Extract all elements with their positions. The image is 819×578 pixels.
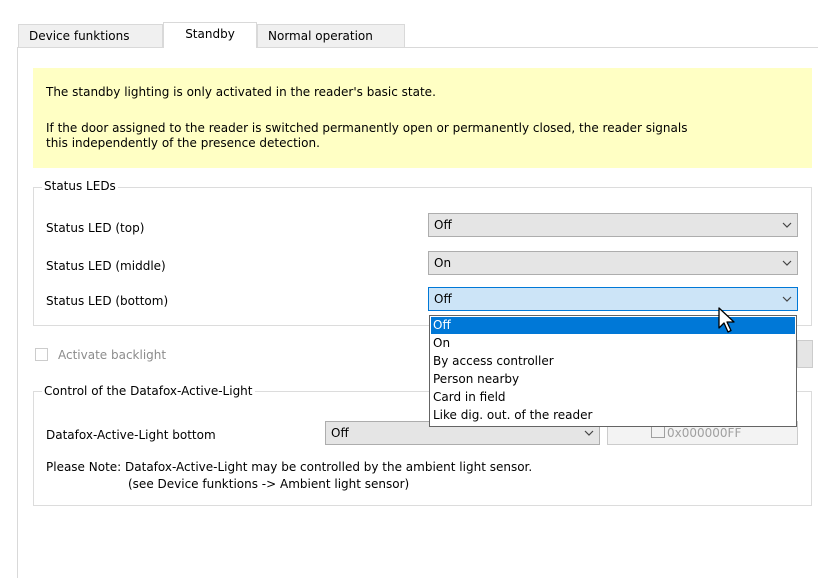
chevron-down-icon [584,430,594,436]
backlight-label: Activate backlight [58,348,167,362]
active-light-label: Datafox-Active-Light bottom [46,428,216,442]
status-led-top-value: Off [434,218,452,232]
tab-standby[interactable]: Standby [163,22,257,48]
active-light-note-1: Please Note: Datafox-Active-Light may be… [46,460,533,474]
status-led-bottom-dropdown[interactable]: Off On By access controller Person nearb… [429,315,797,427]
status-led-top-select[interactable]: Off [428,213,798,237]
dropdown-option-off[interactable]: Off [431,317,795,334]
status-led-middle-select[interactable]: On [428,251,798,275]
status-led-bottom-label: Status LED (bottom) [46,294,169,308]
backlight-color-button [797,340,813,368]
status-led-bottom-value: Off [434,292,452,306]
backlight-checkbox[interactable] [35,348,48,361]
status-leds-legend: Status LEDs [42,179,118,193]
status-led-top-label: Status LED (top) [46,221,145,235]
chevron-down-icon [782,222,792,228]
info-note: The standby lighting is only activated i… [33,68,812,168]
active-light-value: Off [331,426,349,440]
info-line-2b: this independently of the presence detec… [46,136,320,150]
active-light-legend: Control of the Datafox-Active-Light [42,384,255,398]
dropdown-option-by-access-controller[interactable]: By access controller [431,353,795,370]
info-line-2a: If the door assigned to the reader is sw… [46,121,688,135]
status-led-middle-value: On [434,256,452,270]
tab-device-funktions[interactable]: Device funktions [18,24,163,48]
dropdown-option-card-in-field[interactable]: Card in field [431,389,795,406]
dropdown-option-person-nearby[interactable]: Person nearby [431,371,795,388]
info-line-1: The standby lighting is only activated i… [46,85,436,99]
active-light-color-value: 0x000000FF [667,426,742,440]
status-led-bottom-select[interactable]: Off [428,287,798,311]
active-light-note-2: (see Device funktions -> Ambient light s… [128,477,410,491]
status-led-middle-label: Status LED (middle) [46,259,166,273]
color-swatch [651,426,665,438]
chevron-down-icon [782,260,792,266]
chevron-down-icon [782,296,792,302]
dropdown-option-like-dig-out[interactable]: Like dig. out. of the reader [431,407,795,424]
dropdown-option-on[interactable]: On [431,335,795,352]
mouse-pointer-icon [718,307,735,333]
tab-normal-operation[interactable]: Normal operation [257,24,405,48]
